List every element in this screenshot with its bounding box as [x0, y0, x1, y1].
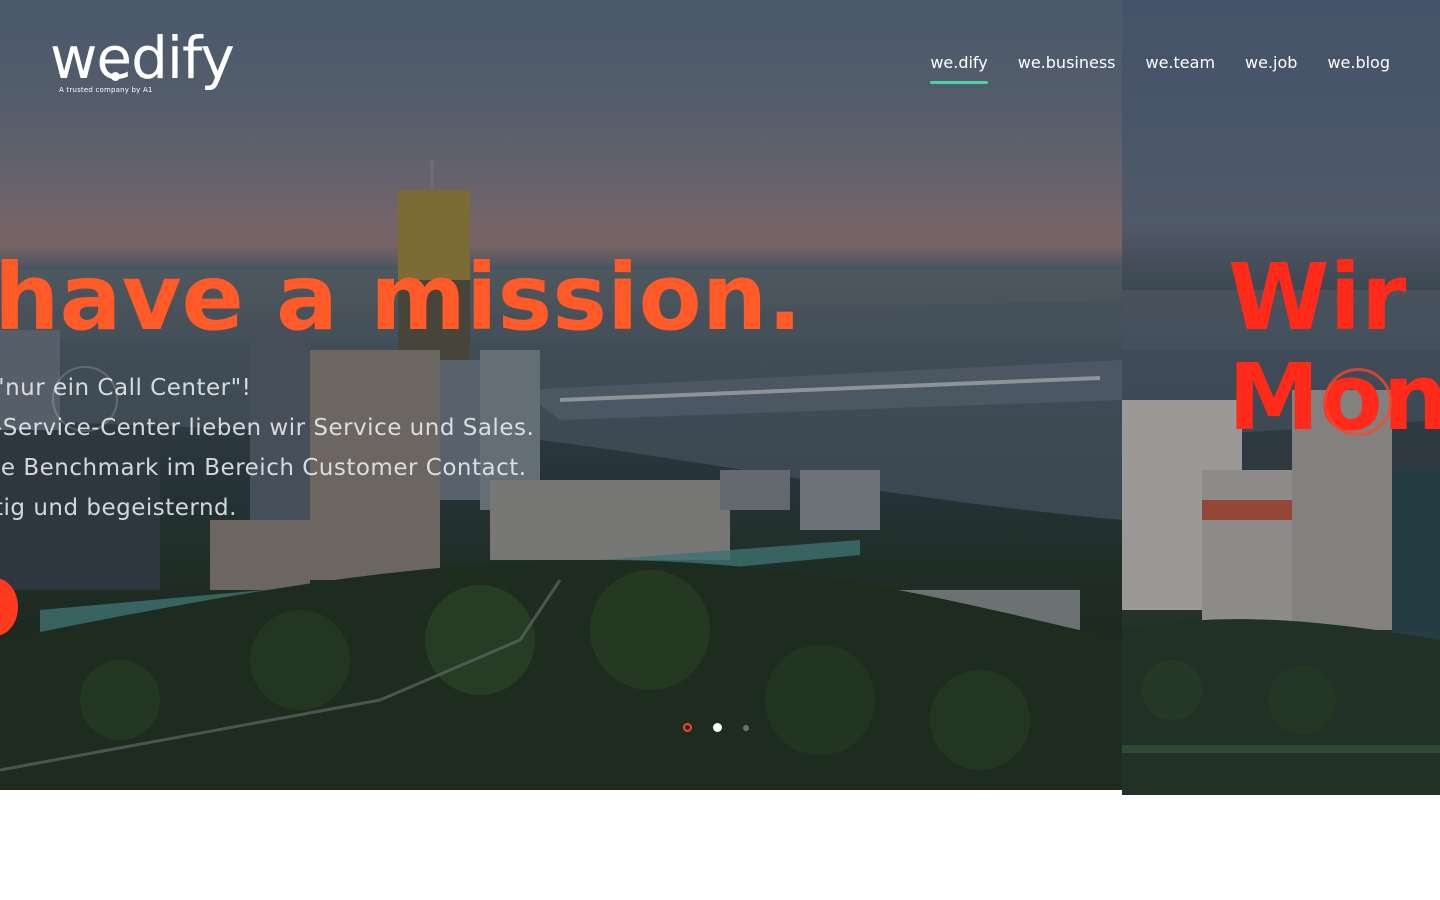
slide-copy-line: tig und begeisternd. — [0, 495, 237, 521]
next-slide-button[interactable] — [1324, 368, 1392, 436]
logo-dot-icon — [111, 72, 120, 81]
nav-item-team[interactable]: we.team — [1146, 52, 1216, 84]
nav-item-blog[interactable]: we.blog — [1327, 52, 1390, 84]
nav-item-business[interactable]: we.business — [1018, 52, 1116, 84]
site-header: wedify A trusted company by A1 we.dify w… — [0, 0, 1440, 120]
pagination-dot-3[interactable] — [743, 725, 749, 731]
slide-copy-line: le Benchmark im Bereich Customer Contact… — [0, 455, 527, 481]
pagination-dot-2[interactable] — [713, 723, 722, 732]
logo-tagline: A trusted company by A1 — [59, 86, 153, 94]
slide-headline: have a mission. — [0, 244, 803, 351]
nav-item-wedify[interactable]: we.dify — [930, 52, 989, 84]
pagination-dot-1[interactable] — [683, 723, 692, 732]
nav-item-job[interactable]: we.job — [1245, 52, 1297, 84]
main-nav: we.dify we.business we.team we.job we.bl… — [930, 52, 1390, 84]
slide-headline-line: Wir — [1228, 244, 1407, 351]
wedify-logo[interactable]: wedify A trusted company by A1 — [50, 22, 235, 102]
prev-slide-button[interactable] — [52, 366, 118, 432]
slider-pagination — [683, 723, 749, 732]
logo-wordmark: wedify — [50, 24, 235, 92]
